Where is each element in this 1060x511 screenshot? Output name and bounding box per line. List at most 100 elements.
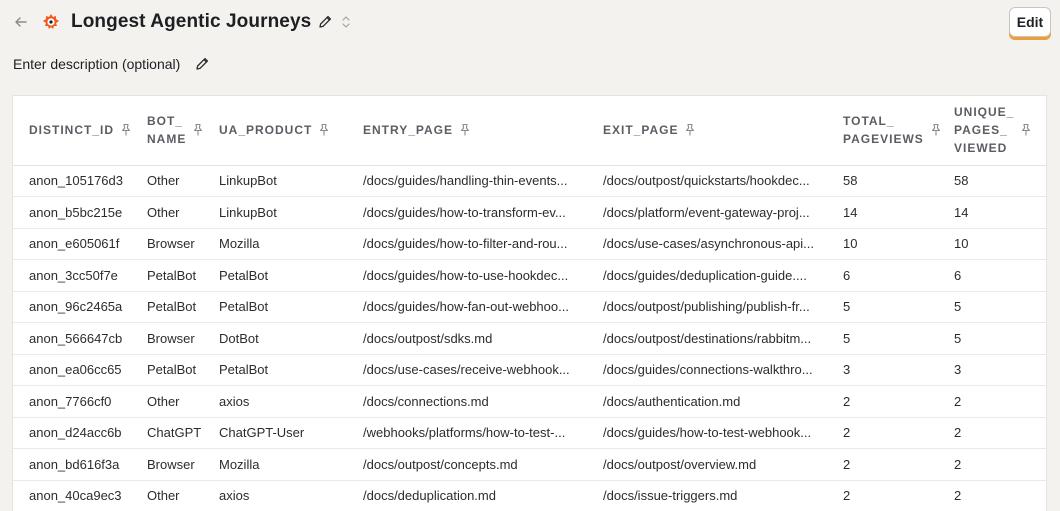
cell-exit-page: /docs/authentication.md bbox=[587, 385, 827, 418]
cell-total-pageviews: 2 bbox=[827, 448, 938, 481]
cell-ua-product: PetalBot bbox=[203, 259, 347, 292]
cell-exit-page: /docs/outpost/destinations/rabbitm... bbox=[587, 322, 827, 355]
table-row[interactable]: anon_566647cb Browser DotBot /docs/outpo… bbox=[13, 322, 1046, 355]
cell-exit-page: /docs/guides/how-to-test-webhook... bbox=[587, 417, 827, 449]
cell-total-pageviews: 58 bbox=[827, 165, 938, 197]
table-header-row: DISTINCT_ID BOT_ NAME UA_PRODUCT ENTRY_P… bbox=[13, 96, 1046, 166]
cell-bot-name: PetalBot bbox=[131, 291, 203, 323]
cell-entry-page: /webhooks/platforms/how-to-test-... bbox=[347, 417, 587, 449]
pencil-icon[interactable] bbox=[194, 56, 210, 72]
table-row[interactable]: anon_3cc50f7e PetalBot PetalBot /docs/gu… bbox=[13, 259, 1046, 292]
cell-entry-page: /docs/connections.md bbox=[347, 385, 587, 418]
cell-ua-product: LinkupBot bbox=[203, 196, 347, 229]
cell-ua-product: LinkupBot bbox=[203, 165, 347, 197]
table-row[interactable]: anon_96c2465a PetalBot PetalBot /docs/gu… bbox=[13, 291, 1046, 323]
pin-icon[interactable] bbox=[1020, 123, 1032, 137]
cell-unique-pages-viewed: 5 bbox=[938, 291, 1046, 323]
cell-bot-name: ChatGPT bbox=[131, 417, 203, 449]
pin-icon[interactable] bbox=[120, 123, 132, 137]
pin-icon[interactable] bbox=[684, 123, 696, 137]
pin-icon[interactable] bbox=[930, 123, 942, 137]
cell-unique-pages-viewed: 58 bbox=[938, 165, 1046, 197]
cell-unique-pages-viewed: 2 bbox=[938, 448, 1046, 481]
column-header-total-pageviews[interactable]: TOTAL_ PAGEVIEWS bbox=[827, 96, 940, 166]
column-header-exit-page[interactable]: EXIT_PAGE bbox=[587, 96, 827, 166]
column-header-label: UNIQUE_ PAGES_ VIEWED bbox=[954, 105, 1015, 156]
cell-distinct-id: anon_bd616f3a bbox=[13, 448, 131, 481]
table-row[interactable]: anon_ea06cc65 PetalBot PetalBot /docs/us… bbox=[13, 354, 1046, 386]
table-row[interactable]: anon_7766cf0 Other axios /docs/connectio… bbox=[13, 385, 1046, 418]
column-header-label: BOT_ NAME bbox=[147, 114, 187, 147]
cell-total-pageviews: 5 bbox=[827, 291, 938, 323]
cell-exit-page: /docs/outpost/publishing/publish-fr... bbox=[587, 291, 827, 323]
cell-ua-product: PetalBot bbox=[203, 354, 347, 386]
cell-unique-pages-viewed: 2 bbox=[938, 417, 1046, 449]
column-header-entry-page[interactable]: ENTRY_PAGE bbox=[347, 96, 587, 166]
cell-bot-name: Browser bbox=[131, 448, 203, 481]
chevron-updown-icon[interactable] bbox=[339, 13, 353, 31]
cell-unique-pages-viewed: 2 bbox=[938, 480, 1046, 511]
cell-bot-name: PetalBot bbox=[131, 259, 203, 292]
pencil-icon[interactable] bbox=[317, 13, 333, 31]
cell-entry-page: /docs/outpost/sdks.md bbox=[347, 322, 587, 355]
cell-distinct-id: anon_7766cf0 bbox=[13, 385, 131, 418]
cell-exit-page: /docs/issue-triggers.md bbox=[587, 480, 827, 511]
cell-distinct-id: anon_105176d3 bbox=[13, 165, 131, 197]
cell-entry-page: /docs/use-cases/receive-webhook... bbox=[347, 354, 587, 386]
cell-entry-page: /docs/guides/how-to-transform-ev... bbox=[347, 196, 587, 229]
cell-unique-pages-viewed: 3 bbox=[938, 354, 1046, 386]
cell-total-pageviews: 2 bbox=[827, 480, 938, 511]
cell-bot-name: Other bbox=[131, 480, 203, 511]
column-header-label: TOTAL_ PAGEVIEWS bbox=[843, 114, 924, 147]
cell-unique-pages-viewed: 14 bbox=[938, 196, 1046, 229]
cell-bot-name: Other bbox=[131, 196, 203, 229]
cell-entry-page: /docs/guides/handling-thin-events... bbox=[347, 165, 587, 197]
cell-total-pageviews: 10 bbox=[827, 228, 938, 260]
cell-ua-product: axios bbox=[203, 480, 347, 511]
description-input[interactable]: Enter description (optional) bbox=[13, 55, 180, 73]
column-header-unique-pages-viewed[interactable]: UNIQUE_ PAGES_ VIEWED bbox=[938, 96, 1046, 166]
table-row[interactable]: anon_40ca9ec3 Other axios /docs/deduplic… bbox=[13, 480, 1046, 511]
cell-ua-product: axios bbox=[203, 385, 347, 418]
cell-distinct-id: anon_ea06cc65 bbox=[13, 354, 131, 386]
cell-ua-product: Mozilla bbox=[203, 228, 347, 260]
top-bar: Longest Agentic Journeys Edit bbox=[0, 0, 1060, 46]
column-header-bot-name[interactable]: BOT_ NAME bbox=[131, 96, 204, 166]
column-header-ua-product[interactable]: UA_PRODUCT bbox=[203, 96, 347, 166]
cell-entry-page: /docs/guides/how-to-use-hookdec... bbox=[347, 259, 587, 292]
cell-total-pageviews: 14 bbox=[827, 196, 938, 229]
cell-total-pageviews: 2 bbox=[827, 385, 938, 418]
cell-bot-name: Browser bbox=[131, 228, 203, 260]
table-row[interactable]: anon_105176d3 Other LinkupBot /docs/guid… bbox=[13, 165, 1046, 197]
column-header-label: ENTRY_PAGE bbox=[363, 123, 454, 138]
results-table: DISTINCT_ID BOT_ NAME UA_PRODUCT ENTRY_P… bbox=[12, 95, 1047, 511]
cell-distinct-id: anon_566647cb bbox=[13, 322, 131, 355]
cell-unique-pages-viewed: 10 bbox=[938, 228, 1046, 260]
cell-distinct-id: anon_b5bc215e bbox=[13, 196, 131, 229]
pin-icon[interactable] bbox=[318, 123, 330, 137]
pin-icon[interactable] bbox=[459, 123, 471, 137]
cell-distinct-id: anon_e605061f bbox=[13, 228, 131, 260]
cell-total-pageviews: 3 bbox=[827, 354, 938, 386]
cell-entry-page: /docs/deduplication.md bbox=[347, 480, 587, 511]
table-row[interactable]: anon_bd616f3a Browser Mozilla /docs/outp… bbox=[13, 448, 1046, 481]
edit-button[interactable]: Edit bbox=[1009, 7, 1051, 37]
table-row[interactable]: anon_e605061f Browser Mozilla /docs/guid… bbox=[13, 228, 1046, 260]
pin-icon[interactable] bbox=[192, 123, 204, 137]
cell-distinct-id: anon_d24acc6b bbox=[13, 417, 131, 449]
cell-exit-page: /docs/outpost/quickstarts/hookdec... bbox=[587, 165, 827, 197]
cell-bot-name: Other bbox=[131, 165, 203, 197]
cell-ua-product: PetalBot bbox=[203, 291, 347, 323]
cell-bot-name: Other bbox=[131, 385, 203, 418]
page-title: Longest Agentic Journeys bbox=[71, 11, 312, 32]
column-header-distinct-id[interactable]: DISTINCT_ID bbox=[13, 96, 132, 166]
arrow-left-icon[interactable] bbox=[12, 12, 30, 32]
cell-ua-product: Mozilla bbox=[203, 448, 347, 481]
cell-exit-page: /docs/guides/deduplication-guide.... bbox=[587, 259, 827, 292]
cell-distinct-id: anon_40ca9ec3 bbox=[13, 480, 131, 511]
cell-exit-page: /docs/use-cases/asynchronous-api... bbox=[587, 228, 827, 260]
cell-entry-page: /docs/guides/how-to-filter-and-rou... bbox=[347, 228, 587, 260]
table-row[interactable]: anon_b5bc215e Other LinkupBot /docs/guid… bbox=[13, 196, 1046, 229]
table-row[interactable]: anon_d24acc6b ChatGPT ChatGPT-User /webh… bbox=[13, 417, 1046, 449]
cell-bot-name: PetalBot bbox=[131, 354, 203, 386]
